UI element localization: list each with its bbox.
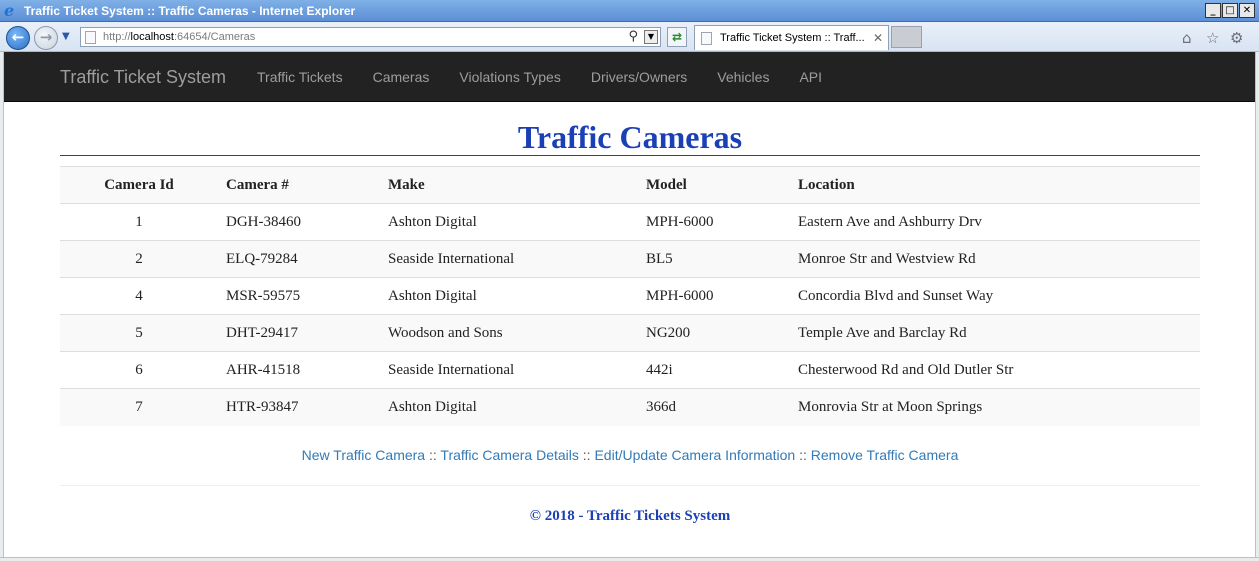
action-separator: :: xyxy=(428,447,437,463)
column-header: Model xyxy=(638,166,790,204)
nav-vehicles[interactable]: Vehicles xyxy=(702,52,784,102)
window-title-bar: e Traffic Ticket System :: Traffic Camer… xyxy=(0,0,1259,22)
browser-tab[interactable]: Traffic Ticket System :: Traff... ✕ xyxy=(694,25,889,50)
browser-toolbar: ← → ▼ http://localhost:64654/Cameras ⚲ ▼… xyxy=(0,22,1259,52)
table-cell: Ashton Digital xyxy=(380,277,638,315)
table-cell: 366d xyxy=(638,388,790,426)
table-cell: HTR-93847 xyxy=(218,388,380,426)
table-cell: Ashton Digital xyxy=(380,203,638,241)
brand-link[interactable]: Traffic Ticket System xyxy=(60,67,226,87)
maximize-button[interactable]: □ xyxy=(1222,3,1238,18)
table-cell: Seaside International xyxy=(380,240,638,278)
table-row: 1 DGH-38460 Ashton Digital MPH-6000 East… xyxy=(60,203,1200,241)
table-header-row: Camera Id Camera # Make Model Location xyxy=(60,166,1200,204)
camera-details-link[interactable]: Traffic Camera Details xyxy=(440,447,578,463)
search-icon[interactable]: ⚲ xyxy=(628,29,638,45)
action-separator: :: xyxy=(799,447,807,463)
close-button[interactable]: ✕ xyxy=(1239,3,1255,18)
nav-drivers-owners[interactable]: Drivers/Owners xyxy=(576,52,702,102)
table-cell: 442i xyxy=(638,351,790,389)
table-cell: Chesterwood Rd and Old Dutler Str xyxy=(790,351,1200,389)
column-header: Camera # xyxy=(218,166,380,204)
table-cell: Eastern Ave and Ashburry Drv xyxy=(790,203,1200,241)
table-cell: Monroe Str and Westview Rd xyxy=(790,240,1200,278)
table-cell: NG200 xyxy=(638,314,790,352)
address-dropdown-icon[interactable]: ▼ xyxy=(644,30,658,44)
table-cell: 5 xyxy=(60,314,218,352)
url-text[interactable]: http://localhost:64654/Cameras xyxy=(103,31,255,44)
forward-icon[interactable]: → xyxy=(34,26,58,50)
table-cell: MPH-6000 xyxy=(638,203,790,241)
column-header: Make xyxy=(380,166,638,204)
title-divider xyxy=(60,155,1200,156)
table-cell: 2 xyxy=(60,240,218,278)
window-border-left xyxy=(0,52,4,561)
footer-copyright: © 2018 - Traffic Tickets System xyxy=(529,508,731,524)
table-cell: Temple Ave and Barclay Rd xyxy=(790,314,1200,352)
table-cell: Seaside International xyxy=(380,351,638,389)
url-host: localhost xyxy=(130,31,174,43)
nav-cameras[interactable]: Cameras xyxy=(358,52,445,102)
favorites-icon[interactable]: ☆ xyxy=(1206,30,1219,46)
cameras-table: Camera Id Camera # Make Model Location 1… xyxy=(60,166,1200,426)
minimize-button[interactable]: _ xyxy=(1205,3,1221,18)
table-cell: AHR-41518 xyxy=(218,351,380,389)
page-icon xyxy=(85,31,96,44)
site-navbar: Traffic Ticket System Traffic Tickets Ca… xyxy=(4,52,1255,102)
refresh-icon[interactable]: ⇄ xyxy=(667,27,687,47)
table-row: 4 MSR-59575 Ashton Digital MPH-6000 Conc… xyxy=(60,277,1200,315)
table-row: 5 DHT-29417 Woodson and Sons NG200 Templ… xyxy=(60,314,1200,352)
tab-page-icon xyxy=(701,32,712,45)
internet-explorer-icon: e xyxy=(4,1,15,20)
window-border-right xyxy=(1255,52,1259,561)
nav-violations-types[interactable]: Violations Types xyxy=(444,52,575,102)
table-cell: Woodson and Sons xyxy=(380,314,638,352)
table-cell: DGH-38460 xyxy=(218,203,380,241)
tab-close-icon[interactable]: ✕ xyxy=(873,31,883,45)
nav-links: Traffic Tickets Cameras Violations Types… xyxy=(242,52,837,102)
table-row: 6 AHR-41518 Seaside International 442i C… xyxy=(60,351,1200,389)
table-cell: MSR-59575 xyxy=(218,277,380,315)
table-cell: 6 xyxy=(60,351,218,389)
window-controls: _ □ ✕ xyxy=(1205,3,1255,18)
table-cell: 1 xyxy=(60,203,218,241)
tab-title: Traffic Ticket System :: Traff... xyxy=(720,32,865,44)
address-bar[interactable]: http://localhost:64654/Cameras ⚲ ▼ xyxy=(80,27,661,47)
home-icon[interactable]: ⌂ xyxy=(1182,30,1192,46)
settings-icon[interactable]: ⚙ xyxy=(1230,30,1243,46)
table-cell: DHT-29417 xyxy=(218,314,380,352)
remove-camera-link[interactable]: Remove Traffic Camera xyxy=(811,447,959,463)
edit-camera-link[interactable]: Edit/Update Camera Information xyxy=(594,447,795,463)
table-cell: Ashton Digital xyxy=(380,388,638,426)
window-border-bottom xyxy=(0,557,1259,561)
url-prefix: http:// xyxy=(103,31,131,43)
url-rest: :64654/Cameras xyxy=(173,31,256,43)
table-cell: ELQ-79284 xyxy=(218,240,380,278)
column-header: Camera Id xyxy=(60,166,218,204)
nav-api[interactable]: API xyxy=(784,52,837,102)
new-tab-button[interactable] xyxy=(891,26,922,48)
history-dropdown-icon[interactable]: ▼ xyxy=(62,31,70,43)
table-row: 2 ELQ-79284 Seaside International BL5 Mo… xyxy=(60,240,1200,278)
back-icon[interactable]: ← xyxy=(6,26,30,50)
window-title: Traffic Ticket System :: Traffic Cameras… xyxy=(24,4,356,18)
table-cell: 4 xyxy=(60,277,218,315)
table-cell: 7 xyxy=(60,388,218,426)
column-header: Location xyxy=(790,166,1200,204)
table-cell: BL5 xyxy=(638,240,790,278)
table-row: 7 HTR-93847 Ashton Digital 366d Monrovia… xyxy=(60,388,1200,426)
new-camera-link[interactable]: New Traffic Camera xyxy=(302,447,425,463)
camera-actions: New Traffic Camera :: Traffic Camera Det… xyxy=(60,446,1200,464)
footer-divider xyxy=(60,485,1200,486)
page-title: Traffic Cameras xyxy=(517,119,743,155)
table-cell: MPH-6000 xyxy=(638,277,790,315)
table-cell: Monrovia Str at Moon Springs xyxy=(790,388,1200,426)
nav-traffic-tickets[interactable]: Traffic Tickets xyxy=(242,52,358,102)
action-separator: :: xyxy=(582,447,591,463)
table-cell: Concordia Blvd and Sunset Way xyxy=(790,277,1200,315)
